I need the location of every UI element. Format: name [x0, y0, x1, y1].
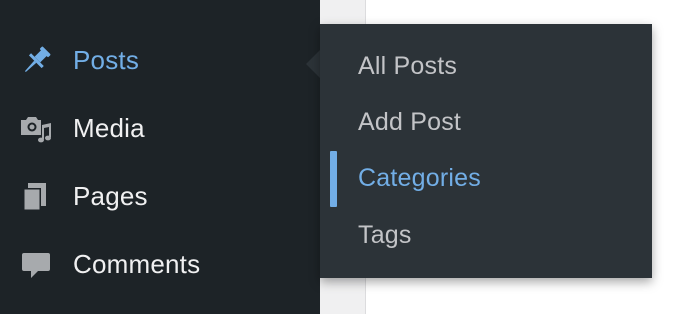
posts-submenu-flyout: All Posts Add Post Categories Tags: [320, 24, 652, 278]
sidebar-item-label: Comments: [73, 248, 201, 279]
sidebar-item-label: Pages: [73, 180, 148, 211]
pushpin-icon: [18, 43, 54, 79]
comment-icon: [18, 247, 54, 283]
sidebar-item-media[interactable]: Media: [0, 95, 320, 163]
sidebar-item-comments[interactable]: Comments: [0, 231, 320, 299]
admin-sidebar: Posts Media Pages Comments: [0, 0, 320, 314]
submenu-item-label: Tags: [358, 220, 412, 249]
submenu-item-categories[interactable]: Categories: [320, 151, 652, 207]
submenu-item-tags[interactable]: Tags: [320, 208, 652, 264]
pages-icon: [18, 179, 54, 215]
submenu-item-add-post[interactable]: Add Post: [320, 95, 652, 151]
submenu-item-all-posts[interactable]: All Posts: [320, 39, 652, 95]
submenu-item-label: Add Post: [358, 107, 462, 136]
flyout-arrow: [306, 50, 320, 78]
submenu-item-label: Categories: [358, 163, 481, 192]
sidebar-item-label: Posts: [73, 44, 140, 75]
current-indicator: [330, 151, 337, 207]
sidebar-item-posts[interactable]: Posts: [0, 27, 320, 95]
sidebar-item-label: Media: [73, 112, 145, 143]
submenu-item-label: All Posts: [358, 51, 458, 80]
media-icon: [18, 111, 54, 147]
sidebar-item-pages[interactable]: Pages: [0, 163, 320, 231]
